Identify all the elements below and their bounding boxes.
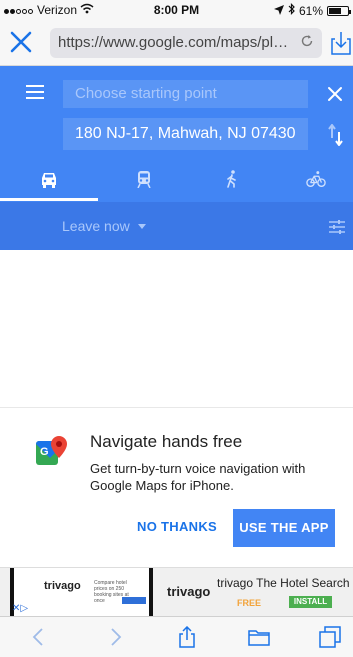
forward-icon[interactable] xyxy=(104,626,126,648)
promo-body: Get turn-by-turn voice navigation with G… xyxy=(90,461,306,493)
location-arrow-icon xyxy=(273,4,284,18)
leave-time-bar: Leave now xyxy=(0,202,353,250)
share-icon[interactable] xyxy=(176,626,198,648)
transit-mode-icon[interactable] xyxy=(134,170,154,188)
app-promo-card: G Navigate hands free Get turn-by-turn v… xyxy=(0,408,353,568)
ad-app-logo: trivago xyxy=(167,584,211,599)
battery-percent: 61% xyxy=(298,3,323,18)
svg-text:G: G xyxy=(40,446,49,458)
bookmarks-icon[interactable] xyxy=(248,626,270,648)
battery-icon xyxy=(327,5,351,16)
ad-price: FREE xyxy=(237,598,262,608)
close-icon[interactable] xyxy=(327,86,343,102)
status-bar: Verizon 8:00 PM 61% xyxy=(0,0,353,20)
use-the-app-button[interactable]: USE THE APP xyxy=(233,509,335,547)
reload-icon[interactable] xyxy=(300,34,314,52)
route-options-icon[interactable] xyxy=(328,219,346,235)
ad-title: trivago The Hotel Search ... xyxy=(217,576,353,590)
ad-banner[interactable]: trivago Compare hotel prices on 250 book… xyxy=(0,567,353,616)
selected-mode-indicator xyxy=(0,198,98,201)
destination-input[interactable]: 180 NJ-17, Mahwah, NJ 07430 xyxy=(63,118,308,150)
driving-mode-icon[interactable] xyxy=(39,170,59,188)
swap-icon[interactable] xyxy=(328,124,344,146)
cycling-mode-icon[interactable] xyxy=(306,170,326,188)
install-button[interactable]: INSTALL xyxy=(289,596,332,608)
ad-thumbnail: trivago Compare hotel prices on 250 book… xyxy=(10,568,153,616)
ad-thumbnail-logo-text: trivago xyxy=(44,580,81,592)
google-maps-logo-icon: G xyxy=(36,436,67,465)
no-thanks-button[interactable]: NO THANKS xyxy=(137,519,217,534)
leave-now-dropdown[interactable]: Leave now xyxy=(62,218,146,234)
url-text: https://www.google.com/maps/plac... xyxy=(58,34,290,51)
back-icon[interactable] xyxy=(28,626,50,648)
ad-thumbnail-button xyxy=(122,597,146,604)
close-tab-icon[interactable] xyxy=(8,29,34,55)
promo-title: Navigate hands free xyxy=(90,432,243,451)
download-icon[interactable] xyxy=(331,31,351,55)
browser-toolbar xyxy=(0,616,353,657)
starting-point-input[interactable]: Choose starting point xyxy=(63,80,308,108)
browser-url-bar: https://www.google.com/maps/plac... xyxy=(0,20,353,66)
ad-choices-icon[interactable]: ✕▷ xyxy=(12,603,28,614)
chevron-down-icon xyxy=(137,223,146,229)
walking-mode-icon[interactable] xyxy=(222,170,242,188)
ad-thumbnail-logo: trivago xyxy=(44,580,81,592)
menu-icon[interactable] xyxy=(26,85,44,99)
status-right: 61% xyxy=(273,3,351,18)
tabs-icon[interactable] xyxy=(319,626,341,648)
directions-panel: Choose starting point 180 NJ-17, Mahwah,… xyxy=(0,66,353,250)
screen: Verizon 8:00 PM 61% https://www.google.c… xyxy=(0,0,353,657)
url-field[interactable]: https://www.google.com/maps/plac... xyxy=(50,28,322,58)
bluetooth-icon xyxy=(288,3,295,18)
leave-now-label: Leave now xyxy=(62,218,130,234)
battery-fill xyxy=(329,7,342,14)
